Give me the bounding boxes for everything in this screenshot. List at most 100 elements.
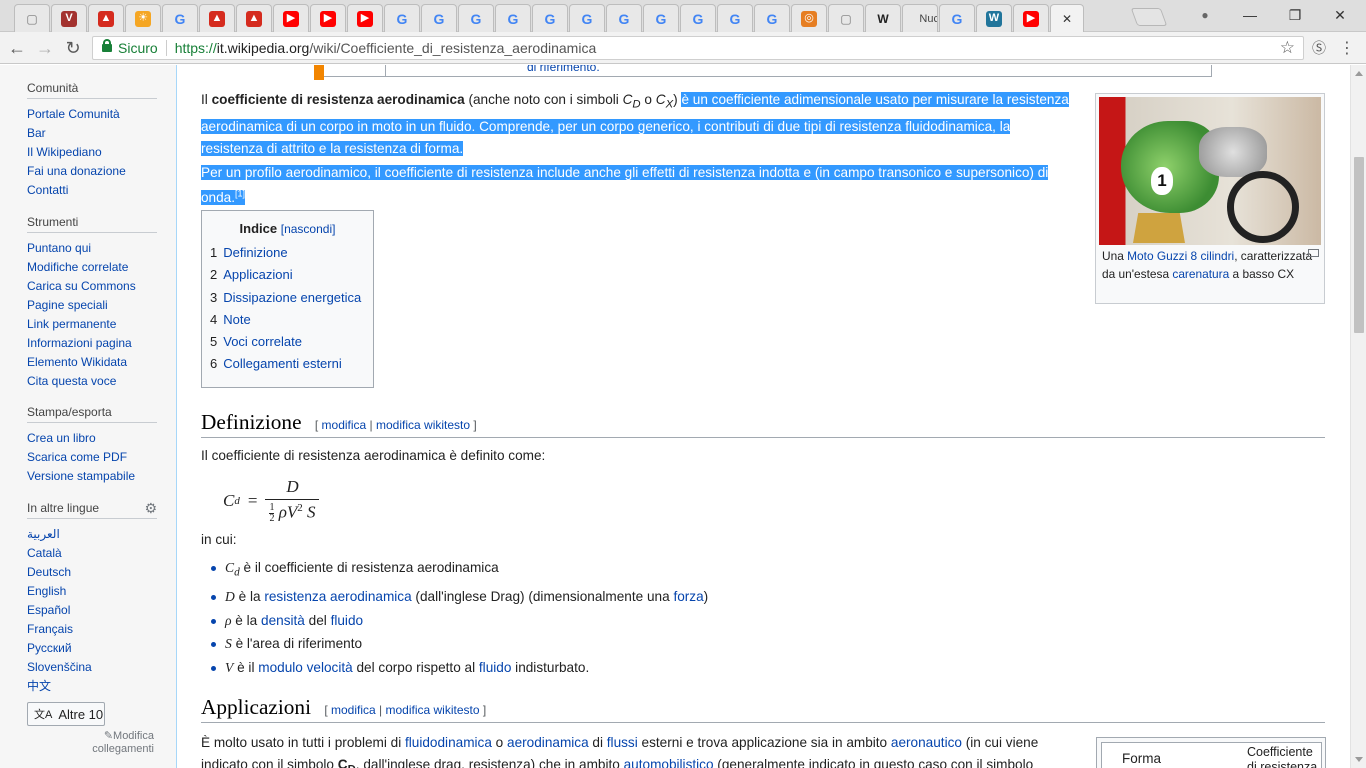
sidebar-link[interactable]: Bar (27, 124, 157, 143)
browser-tab[interactable]: ◎ (791, 4, 827, 32)
browser-tab[interactable]: G (643, 4, 679, 32)
browser-tab[interactable]: G (606, 4, 642, 32)
browser-tab[interactable]: Nuc (902, 4, 938, 32)
sidebar-link[interactable]: Fai una donazione (27, 162, 157, 181)
browser-tab[interactable]: ✕ (1050, 4, 1084, 32)
moto-guzzi-photo[interactable]: 1 (1099, 97, 1321, 245)
browser-tab[interactable]: G (495, 4, 531, 32)
link[interactable]: fluido (331, 613, 364, 628)
notice-box-text[interactable]: di riferimento. (527, 65, 600, 74)
caption-link[interactable]: Moto Guzzi 8 cilindri (1127, 249, 1234, 263)
link[interactable]: fluidodinamica (405, 735, 492, 750)
sidebar-link[interactable]: Informazioni pagina (27, 334, 157, 353)
browser-tab[interactable]: ▶ (1013, 4, 1049, 32)
sidebar-link[interactable]: Català (27, 544, 157, 563)
browser-tab[interactable]: G (532, 4, 568, 32)
link[interactable]: aerodinamica (507, 735, 589, 750)
edit-wikitext-link[interactable]: modifica wikitesto (385, 703, 479, 717)
link[interactable]: resistenza aerodinamica (264, 589, 411, 604)
sidebar-link[interactable]: Slovenščina (27, 658, 157, 677)
skype-extension-icon[interactable]: Ⓢ (1306, 36, 1332, 60)
browser-tab[interactable]: G (384, 4, 420, 32)
link[interactable]: flussi (607, 735, 638, 750)
browser-tab[interactable]: G (162, 4, 198, 32)
toc-link[interactable]: Dissipazione energetica (223, 290, 361, 305)
edit-wikitext-link[interactable]: modifica wikitesto (376, 418, 470, 432)
new-tab-button[interactable] (1130, 8, 1168, 26)
sidebar-link[interactable]: العربية (27, 525, 157, 544)
url-omnibox[interactable]: Sicuro https://it.wikipedia.org/wiki/Coe… (92, 36, 1304, 60)
menu-kebab-icon[interactable]: ⋮ (1334, 36, 1360, 60)
toc-item[interactable]: 2 Applicazioni (210, 264, 365, 286)
browser-tab[interactable]: ▢ (14, 4, 50, 32)
sidebar-link[interactable]: Modifiche correlate (27, 258, 157, 277)
reload-button[interactable]: ↻ (60, 36, 86, 60)
link[interactable]: modulo velocità (258, 660, 352, 675)
sidebar-link[interactable]: Puntano qui (27, 239, 157, 258)
toc-link[interactable]: Note (223, 312, 250, 327)
edit-link[interactable]: modifica (331, 703, 376, 717)
browser-tab[interactable]: ▶ (310, 4, 346, 32)
sidebar-link[interactable]: Contatti (27, 181, 157, 200)
browser-tab[interactable]: G (717, 4, 753, 32)
sidebar-link[interactable]: 中文 (27, 677, 157, 696)
browser-tab[interactable]: G (680, 4, 716, 32)
sidebar-link[interactable]: Русский (27, 639, 157, 658)
browser-tab[interactable]: G (939, 4, 975, 32)
browser-tab[interactable]: W (865, 4, 901, 32)
toc-link[interactable]: Voci correlate (223, 334, 302, 349)
sidebar-link[interactable]: Crea un libro (27, 429, 157, 448)
browser-tab[interactable]: ▢ (828, 4, 864, 32)
toc-link[interactable]: Definizione (223, 245, 287, 260)
toc-item[interactable]: 3 Dissipazione energetica (210, 287, 365, 309)
edit-link[interactable]: modifica (322, 418, 367, 432)
close-icon[interactable]: ✕ (1318, 0, 1362, 30)
sidebar-link[interactable]: Français (27, 620, 157, 639)
sidebar-link[interactable]: Scarica come PDF (27, 448, 157, 467)
gear-icon[interactable]: ⚙ (144, 500, 157, 517)
browser-tab[interactable]: ▶ (273, 4, 309, 32)
link[interactable]: aeronautico (891, 735, 962, 750)
browser-tab[interactable]: ▲ (199, 4, 235, 32)
link[interactable]: densità (261, 613, 305, 628)
sidebar-link[interactable]: Cita questa voce (27, 372, 157, 391)
forward-button[interactable]: → (32, 36, 58, 60)
link[interactable]: automobilistico (624, 757, 714, 768)
caption-link[interactable]: carenatura (1172, 267, 1229, 281)
toc-link[interactable]: Collegamenti esterni (223, 356, 342, 371)
sidebar-link[interactable]: Carica su Commons (27, 277, 157, 296)
toc-item[interactable]: 4 Note (210, 309, 365, 331)
bookmark-star-icon[interactable]: ☆ (1280, 38, 1295, 58)
sidebar-link[interactable]: Portale Comunità (27, 105, 157, 124)
reference-link[interactable]: [1] (235, 189, 245, 199)
browser-tab[interactable]: G (458, 4, 494, 32)
restore-icon[interactable]: ❐ (1273, 0, 1317, 30)
browser-tab[interactable]: ▶ (347, 4, 383, 32)
toc-item[interactable]: 6 Collegamenti esterni (210, 353, 365, 375)
page-scrollbar[interactable] (1350, 65, 1366, 768)
sidebar-link[interactable]: Español (27, 601, 157, 620)
person-icon[interactable]: ● (1183, 0, 1227, 30)
sidebar-link[interactable]: Il Wikipediano (27, 143, 157, 162)
browser-tab[interactable]: G (754, 4, 790, 32)
toc-item[interactable]: 5 Voci correlate (210, 331, 365, 353)
enlarge-icon[interactable] (1308, 249, 1319, 257)
link[interactable]: forza (673, 589, 703, 604)
sidebar-link[interactable]: Pagine speciali (27, 296, 157, 315)
browser-tab[interactable]: G (569, 4, 605, 32)
toc-link[interactable]: Applicazioni (223, 267, 292, 282)
browser-tab[interactable]: V (51, 4, 87, 32)
sidebar-link[interactable]: English (27, 582, 157, 601)
sidebar-link[interactable]: Versione stampabile (27, 467, 157, 486)
browser-tab[interactable]: ☀ (125, 4, 161, 32)
sidebar-link[interactable]: Link permanente (27, 315, 157, 334)
browser-tab[interactable]: G (421, 4, 457, 32)
sidebar-link[interactable]: Deutsch (27, 563, 157, 582)
edit-links-link[interactable]: ✎Modifica collegamenti (70, 730, 154, 756)
scroll-down-arrow-icon[interactable] (1355, 757, 1363, 762)
scroll-up-arrow-icon[interactable] (1355, 71, 1363, 76)
sidebar-link[interactable]: Elemento Wikidata (27, 353, 157, 372)
link[interactable]: fluido (479, 660, 512, 675)
toc-item[interactable]: 1 Definizione (210, 242, 365, 264)
browser-tab[interactable]: W (976, 4, 1012, 32)
